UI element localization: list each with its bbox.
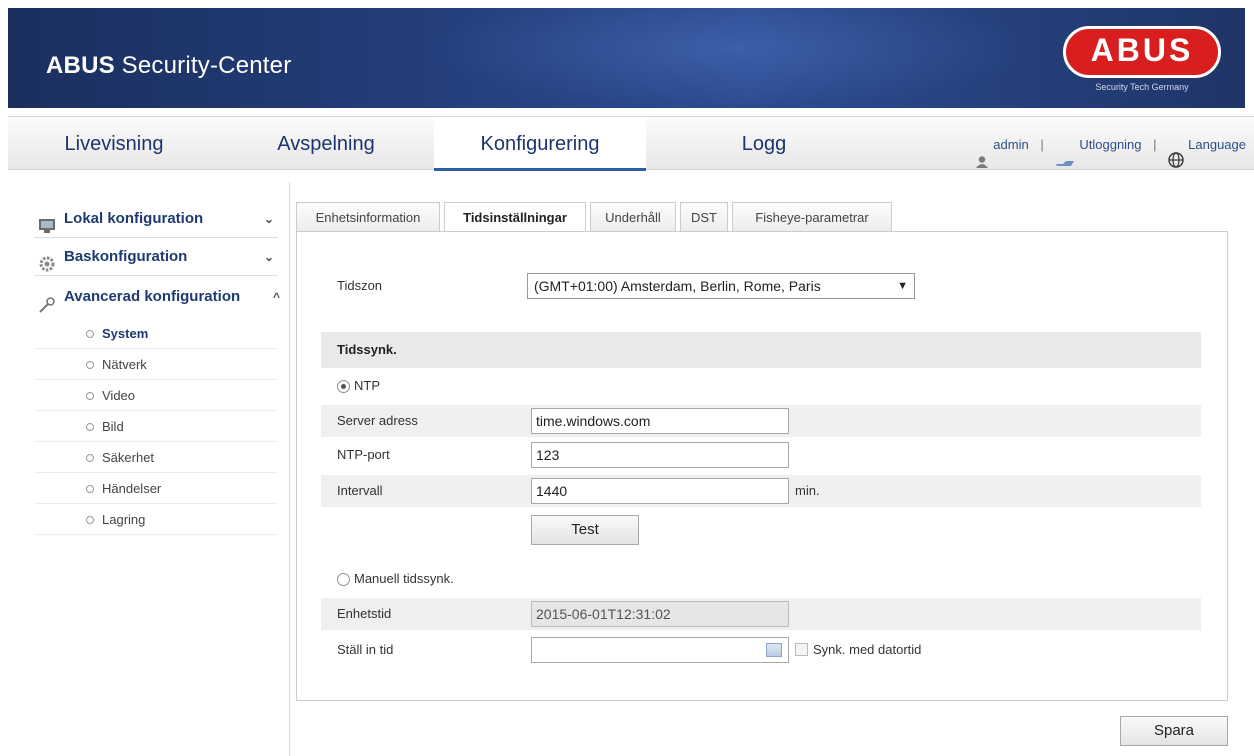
sidebar-item-bild[interactable]: Bild <box>34 411 278 442</box>
abus-logo: ABUS Security Tech Germany <box>1063 26 1223 98</box>
save-button[interactable]: Spara <box>1120 716 1228 746</box>
set-time-label: Ställ in tid <box>337 642 394 657</box>
sync-section-title: Tidssynk. <box>321 332 1201 368</box>
interval-unit: min. <box>795 483 820 498</box>
timezone-label: Tidszon <box>337 278 383 293</box>
set-time-row: Ställ in tid Synk. med datortid <box>321 634 1201 666</box>
manual-radio-row[interactable]: Manuell tidssynk. <box>337 567 454 591</box>
language-link[interactable]: Language <box>1188 118 1246 172</box>
logo-text: ABUS <box>1090 32 1194 68</box>
sidebar-item-system[interactable]: System <box>34 318 278 349</box>
sidebar-section-avancerad[interactable]: Avancerad konfiguration ^ <box>34 276 280 318</box>
chevron-down-icon: ⌄ <box>263 212 274 226</box>
test-button[interactable]: Test <box>531 515 639 545</box>
sidebar-section-bas[interactable]: Baskonfiguration ⌄ <box>34 238 278 276</box>
dropdown-arrow-icon: ▼ <box>897 280 908 292</box>
tab-dst[interactable]: DST <box>680 202 728 232</box>
logout-link[interactable]: Utloggning <box>1079 118 1141 172</box>
ntp-radio[interactable] <box>337 380 350 394</box>
tab-underhall[interactable]: Underhåll <box>590 202 676 232</box>
logo-tagline: Security Tech Germany <box>1095 82 1189 92</box>
device-time-row: Enhetstid 2015-06-01T12:31:02 <box>321 598 1201 630</box>
sidebar-item-sakerhet[interactable]: Säkerhet <box>34 442 278 473</box>
ntp-port-input[interactable]: 123 <box>531 442 789 468</box>
set-time-input[interactable] <box>531 637 789 663</box>
interval-label: Intervall <box>337 483 383 498</box>
timezone-select[interactable]: (GMT+01:00) Amsterdam, Berlin, Rome, Par… <box>527 273 915 299</box>
user-icon <box>975 138 989 168</box>
chevron-up-icon: ^ <box>272 290 280 304</box>
user-controls: admin | Utloggning | Language <box>975 117 1246 171</box>
banner-glow <box>428 8 1028 108</box>
gear-icon <box>38 249 56 272</box>
app-title: ABUS Security-Center <box>46 52 292 79</box>
logout-icon <box>1055 138 1075 166</box>
globe-icon <box>1168 137 1184 168</box>
sidebar-section-lokal[interactable]: Lokal konfiguration ⌄ <box>34 200 278 238</box>
settings-panel: Tidszon (GMT+01:00) Amsterdam, Berlin, R… <box>296 231 1228 701</box>
sidebar: Lokal konfiguration ⌄ Baskonfiguration ⌄… <box>34 200 280 535</box>
chevron-down-icon: ⌄ <box>263 250 274 264</box>
nav-avspelning[interactable]: Avspelning <box>220 117 432 171</box>
interval-row: Intervall 1440 min. <box>321 475 1201 507</box>
main-nav: Livevisning Avspelning Konfigurering Log… <box>8 116 1254 171</box>
server-row: Server adress time.windows.com <box>321 405 1201 437</box>
calendar-icon[interactable] <box>766 643 782 657</box>
sidebar-item-handelser[interactable]: Händelser <box>34 473 278 504</box>
wrench-icon <box>38 288 56 313</box>
nav-livevisning[interactable]: Livevisning <box>8 117 220 171</box>
port-label: NTP-port <box>337 447 390 462</box>
server-label: Server adress <box>337 413 418 428</box>
timezone-row: Tidszon (GMT+01:00) Amsterdam, Berlin, R… <box>321 268 1201 304</box>
monitor-icon <box>38 211 56 233</box>
server-address-input[interactable]: time.windows.com <box>531 408 789 434</box>
port-row: NTP-port 123 <box>321 439 1201 471</box>
sidebar-item-lagring[interactable]: Lagring <box>34 504 278 535</box>
sidebar-item-video[interactable]: Video <box>34 380 278 411</box>
device-time-field: 2015-06-01T12:31:02 <box>531 601 789 627</box>
header-banner: ABUS Security-Center ABUS Security Tech … <box>8 8 1245 108</box>
tab-enhetsinformation[interactable]: Enhetsinformation <box>296 202 440 232</box>
nav-logg[interactable]: Logg <box>658 117 870 171</box>
user-name-link[interactable]: admin <box>993 118 1028 172</box>
ntp-radio-row[interactable]: NTP <box>337 374 380 398</box>
sidebar-item-natverk[interactable]: Nätverk <box>34 349 278 380</box>
device-time-label: Enhetstid <box>337 606 392 621</box>
nav-konfigurering[interactable]: Konfigurering <box>434 117 646 171</box>
interval-input[interactable]: 1440 <box>531 478 789 504</box>
sync-pc-label: Synk. med datortid <box>813 642 922 657</box>
sync-pc-checkbox[interactable] <box>795 643 808 656</box>
tab-fisheye[interactable]: Fisheye-parametrar <box>732 202 892 232</box>
sidebar-divider <box>289 182 290 756</box>
tab-tidsinstallningar[interactable]: Tidsinställningar <box>444 202 586 233</box>
manual-radio[interactable] <box>337 573 350 587</box>
